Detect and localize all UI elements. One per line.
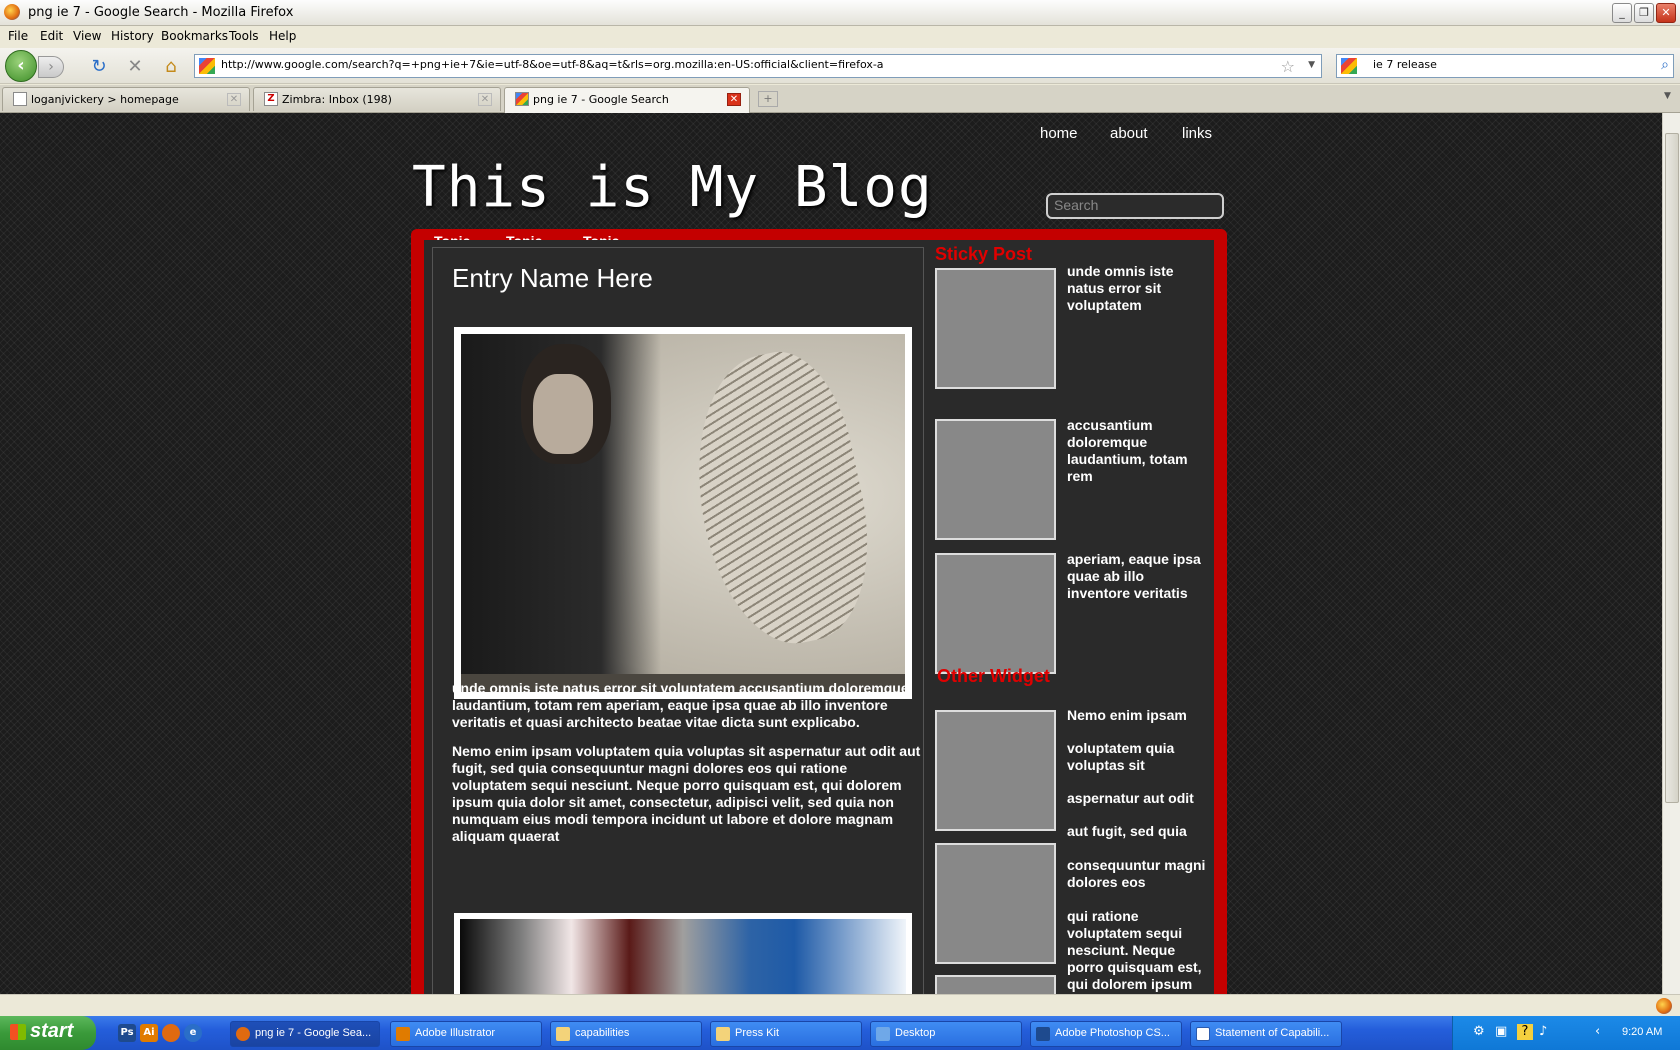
widget-text-2: voluptatem quia voluptas sit	[1067, 740, 1175, 773]
task-statement[interactable]: Statement of Capabili...	[1190, 1021, 1342, 1047]
scrollbar-thumb[interactable]	[1665, 133, 1679, 803]
sticky-post-heading: Sticky Post	[935, 244, 1033, 264]
widget-text-1: Nemo enim ipsam	[1067, 707, 1187, 723]
other-widget-heading: Other Widget	[937, 666, 1050, 686]
bookmark-star-icon[interactable]: ☆	[1281, 57, 1295, 76]
task-photoshop[interactable]: Adobe Photoshop CS...	[1030, 1021, 1182, 1047]
sticky-thumbnail-1[interactable]	[935, 268, 1056, 389]
widget-text-4: aut fugit, sed quia	[1067, 823, 1187, 839]
blog-title: This is My Blog	[412, 155, 933, 220]
widget-thumbnail-1[interactable]	[935, 710, 1056, 831]
window-titlebar: png ie 7 - Google Search - Mozilla Firef…	[0, 0, 1680, 26]
tab-close-icon[interactable]: ✕	[227, 93, 241, 106]
menu-file[interactable]: File	[8, 29, 28, 43]
close-button[interactable]: ✕	[1656, 3, 1676, 23]
sticky-text-2[interactable]: accusantium doloremque laudantium, totam…	[1067, 417, 1207, 485]
network-icon[interactable]: ⚙	[1473, 1024, 1489, 1040]
firefox-quicklaunch-icon[interactable]	[162, 1024, 180, 1042]
url-input[interactable]	[221, 58, 1261, 71]
photo-image	[461, 334, 905, 692]
tab-label: png ie 7 - Google Search	[533, 93, 669, 106]
task-firefox[interactable]: png ie 7 - Google Sea...	[230, 1021, 380, 1047]
widget-text-5: consequuntur magni dolores eos	[1067, 857, 1206, 890]
google-engine-icon[interactable]	[1341, 58, 1357, 74]
url-bar[interactable]: ☆ ▼	[194, 54, 1322, 78]
stop-icon[interactable]: ✕	[124, 56, 146, 78]
sticky-text-3[interactable]: aperiam, eaque ipsa quae ab illo invento…	[1067, 551, 1207, 602]
blog-nav-links[interactable]: links	[1182, 125, 1212, 142]
blog-search-input[interactable]: Search	[1046, 193, 1224, 219]
reload-icon[interactable]: ↻	[88, 56, 110, 78]
google-favicon-icon	[199, 58, 215, 74]
ie-quicklaunch-icon[interactable]: e	[184, 1024, 202, 1042]
entry-gradient-image	[454, 913, 912, 994]
tab-label: loganjvickery > homepage	[31, 93, 179, 106]
illustrator-quicklaunch-icon[interactable]: Ai	[140, 1024, 158, 1042]
widget-text-6: qui ratione voluptatem sequi nesciunt. N…	[1067, 908, 1202, 992]
entry-photo	[454, 327, 912, 699]
menu-view[interactable]: View	[73, 29, 101, 43]
start-button[interactable]: start	[0, 1016, 96, 1050]
entry-title: Entry Name Here	[452, 263, 653, 293]
status-bar	[0, 994, 1680, 1016]
window-title: png ie 7 - Google Search - Mozilla Firef…	[28, 5, 294, 20]
zimbra-icon: Z	[264, 92, 278, 106]
photoshop-quicklaunch-icon[interactable]: Ps	[118, 1024, 136, 1042]
tab-zimbra[interactable]: Z Zimbra: Inbox (198) ✕	[253, 87, 501, 111]
page-viewport: home about links This is My Blog Search …	[0, 113, 1662, 994]
task-desktop[interactable]: Desktop	[870, 1021, 1022, 1047]
widget-thumbnail-2[interactable]	[935, 843, 1056, 964]
search-input[interactable]	[1373, 58, 1643, 71]
tab-homepage[interactable]: loganjvickery > homepage ✕	[2, 87, 250, 111]
firefox-status-icon	[1656, 998, 1672, 1014]
display-icon[interactable]: ▣	[1495, 1024, 1511, 1040]
forward-arrow-icon[interactable]: ›	[38, 56, 64, 78]
restore-button[interactable]: ❐	[1634, 3, 1654, 23]
page-icon	[13, 92, 27, 106]
tab-close-icon[interactable]: ✕	[478, 93, 492, 106]
entry-paragraph-2: Nemo enim ipsam voluptatem quia voluptas…	[452, 743, 921, 844]
sticky-thumbnail-2[interactable]	[935, 419, 1056, 540]
tray-expand-icon[interactable]: ‹	[1595, 1024, 1611, 1040]
google-favicon-icon	[515, 92, 529, 106]
tab-list-icon[interactable]: ▼	[1664, 91, 1671, 101]
widget-thumbnail-3[interactable]	[935, 975, 1056, 994]
blog-nav-about[interactable]: about	[1110, 125, 1148, 142]
menu-edit[interactable]: Edit	[40, 29, 63, 43]
entry-paragraph-1: unde omnis iste natus error sit voluptat…	[452, 680, 909, 730]
menu-history[interactable]: History	[111, 29, 154, 43]
home-icon[interactable]: ⌂	[160, 56, 182, 78]
system-clock: 9:20 AM	[1622, 1026, 1663, 1038]
search-icon[interactable]: ⌕	[1661, 57, 1669, 73]
tab-google-search[interactable]: png ie 7 - Google Search ✕	[504, 87, 750, 113]
windows-flag-icon	[10, 1024, 26, 1040]
url-dropdown-icon[interactable]: ▼	[1308, 60, 1315, 70]
menu-bookmarks[interactable]: Bookmarks	[161, 29, 228, 43]
task-press-kit[interactable]: Press Kit	[710, 1021, 862, 1047]
menu-help[interactable]: Help	[269, 29, 296, 43]
menu-tools[interactable]: Tools	[229, 29, 259, 43]
search-bar[interactable]: ⌕	[1336, 54, 1674, 78]
firefox-icon	[4, 4, 20, 20]
minimize-button[interactable]: _	[1612, 3, 1632, 23]
new-tab-icon[interactable]: +	[758, 91, 778, 107]
sticky-text-1[interactable]: unde omnis iste natus error sit voluptat…	[1067, 263, 1207, 314]
blog-nav-home[interactable]: home	[1040, 125, 1078, 142]
help-icon[interactable]: ?	[1517, 1024, 1533, 1040]
task-capabilities[interactable]: capabilities	[550, 1021, 702, 1047]
start-label: start	[30, 1020, 74, 1042]
tab-bar: loganjvickery > homepage ✕ Z Zimbra: Inb…	[0, 85, 1680, 113]
tab-label: Zimbra: Inbox (198)	[282, 93, 392, 106]
task-illustrator[interactable]: Adobe Illustrator	[390, 1021, 542, 1047]
volume-icon[interactable]: ♪	[1539, 1024, 1555, 1040]
widget-text-3: aspernatur aut odit	[1067, 790, 1194, 806]
tab-close-icon[interactable]: ✕	[727, 93, 741, 106]
back-arrow-icon[interactable]: ‹	[5, 50, 37, 82]
sticky-thumbnail-3[interactable]	[935, 553, 1056, 674]
menu-bar: File Edit View History Bookmarks Tools H…	[0, 26, 1680, 48]
vertical-scrollbar[interactable]	[1662, 113, 1680, 994]
